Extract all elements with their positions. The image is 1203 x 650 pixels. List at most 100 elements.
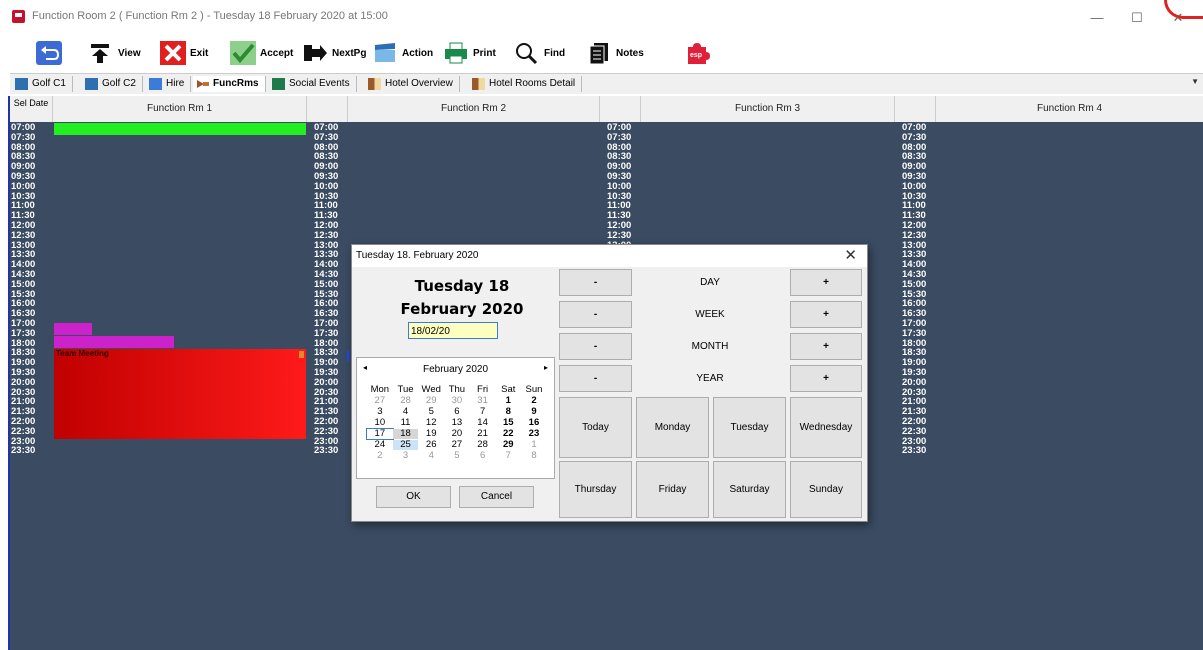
ok-button[interactable]: OK xyxy=(376,486,451,508)
booking-block-green[interactable] xyxy=(54,123,306,135)
calendar-day[interactable]: 12 xyxy=(418,418,444,428)
dialog-close-icon[interactable]: ✕ xyxy=(844,245,857,267)
calendar-day[interactable]: 13 xyxy=(444,418,470,428)
calendar-day[interactable]: 3 xyxy=(367,407,393,417)
notes-button[interactable]: Notes xyxy=(586,38,644,68)
room-header-4[interactable]: Function Rm 4 xyxy=(936,96,1203,122)
tab-hotel-rooms-detail[interactable]: Hotel Rooms Detail xyxy=(469,76,583,92)
booking-team-meeting[interactable]: Team Meeting xyxy=(54,349,306,439)
view-button[interactable]: View xyxy=(88,38,141,68)
calendar-day[interactable]: 26 xyxy=(418,440,444,450)
calendar-day[interactable]: 1 xyxy=(521,440,547,450)
day-minus-button[interactable]: - xyxy=(559,269,632,296)
friday-button[interactable]: Friday xyxy=(636,461,709,518)
calendar-day[interactable]: 27 xyxy=(444,440,470,450)
tab-golf-c1[interactable]: Golf C1 xyxy=(12,76,73,92)
calendar-day[interactable]: 14 xyxy=(470,418,496,428)
booking-block-magenta[interactable] xyxy=(54,336,174,348)
tab-funcrms[interactable]: FuncRms xyxy=(193,76,266,92)
esp-logo-button[interactable]: esp xyxy=(684,38,714,68)
month-plus-button[interactable]: + xyxy=(790,333,862,360)
calendar-day[interactable]: 20 xyxy=(444,429,470,439)
calendar-day[interactable]: 4 xyxy=(393,407,419,417)
calendar-day[interactable]: 31 xyxy=(470,396,496,406)
calendar-day[interactable]: 8 xyxy=(495,407,521,417)
calendar-day[interactable]: 11 xyxy=(393,418,419,428)
calendar-day[interactable]: 19 xyxy=(418,429,444,439)
calendar-day[interactable]: 5 xyxy=(418,407,444,417)
title-bar: Function Room 2 ( Function Rm 2 ) - Tues… xyxy=(0,0,1203,34)
calendar-day[interactable]: 2 xyxy=(367,451,393,461)
tab-golf-c2[interactable]: Golf C2 xyxy=(82,76,143,92)
time-slot[interactable]: 23:30 xyxy=(10,446,50,456)
month-minus-button[interactable]: - xyxy=(559,333,632,360)
tab-social-events[interactable]: Social Events xyxy=(269,76,357,92)
calendar-day[interactable]: 6 xyxy=(444,407,470,417)
calendar-day[interactable]: 5 xyxy=(444,451,470,461)
clapperboard-icon xyxy=(372,41,398,65)
accept-button[interactable]: Accept xyxy=(230,38,293,68)
calendar-day[interactable]: 10 xyxy=(367,418,393,428)
calendar-day[interactable]: 16 xyxy=(521,418,547,428)
calendar-day-highlighted[interactable]: 25 xyxy=(392,440,419,450)
sel-date-header[interactable]: Sel Date xyxy=(10,96,53,122)
year-minus-button[interactable]: - xyxy=(559,365,632,392)
calendar-day[interactable]: 3 xyxy=(393,451,419,461)
calendar-day[interactable]: 28 xyxy=(470,440,496,450)
weekday-label: Mon xyxy=(370,384,390,395)
calendar-day[interactable]: 24 xyxy=(367,440,393,450)
next-month-icon[interactable]: ▸ xyxy=(544,363,548,372)
find-button[interactable]: Find xyxy=(514,38,565,68)
calendar-day[interactable]: 1 xyxy=(495,396,521,406)
year-plus-button[interactable]: + xyxy=(790,365,862,392)
current-time-marker xyxy=(347,351,349,361)
calendar-day[interactable]: 7 xyxy=(495,451,521,461)
calendar-day[interactable]: 30 xyxy=(444,396,470,406)
calendar-day[interactable]: 7 xyxy=(470,407,496,417)
calendar-day[interactable]: 9 xyxy=(521,407,547,417)
time-slot[interactable]: 23:30 xyxy=(313,446,353,456)
calendar-day[interactable]: 21 xyxy=(470,429,496,439)
today-button[interactable]: Today xyxy=(559,397,632,458)
calendar-day-today[interactable]: 17 xyxy=(366,428,394,440)
calendar-month-label[interactable]: February 2020 xyxy=(357,364,554,375)
wednesday-button[interactable]: Wednesday xyxy=(790,397,862,458)
week-minus-button[interactable]: - xyxy=(559,301,632,328)
minimize-icon[interactable]: — xyxy=(1077,6,1117,30)
tab-hotel-overview[interactable]: Hotel Overview xyxy=(365,76,460,92)
tuesday-button[interactable]: Tuesday xyxy=(713,397,786,458)
calendar-day[interactable]: 15 xyxy=(495,418,521,428)
sunday-button[interactable]: Sunday xyxy=(790,461,862,518)
thursday-button[interactable]: Thursday xyxy=(559,461,632,518)
calendar-day[interactable]: 4 xyxy=(418,451,444,461)
calendar-day[interactable]: 28 xyxy=(393,396,419,406)
date-input[interactable]: 18/02/20 xyxy=(408,322,498,339)
week-plus-button[interactable]: + xyxy=(790,301,862,328)
exit-button[interactable]: Exit xyxy=(160,38,208,68)
tab-hire[interactable]: Hire xyxy=(146,76,192,92)
maximize-icon[interactable]: ☐ xyxy=(1117,6,1157,30)
day-plus-button[interactable]: + xyxy=(790,269,862,296)
calendar-day[interactable]: 22 xyxy=(495,429,521,439)
monday-button[interactable]: Monday xyxy=(636,397,709,458)
action-button[interactable]: Action xyxy=(372,38,433,68)
booking-block-magenta[interactable] xyxy=(54,323,92,335)
next-page-button[interactable]: NextPg xyxy=(302,38,366,68)
saturday-button[interactable]: Saturday xyxy=(713,461,786,518)
calendar-day[interactable]: 29 xyxy=(495,440,521,450)
calendar-day[interactable]: 6 xyxy=(470,451,496,461)
tab-dropdown-arrow-icon[interactable]: ▼ xyxy=(1191,77,1199,86)
calendar-day[interactable]: 8 xyxy=(521,451,547,461)
calendar-day[interactable]: 23 xyxy=(521,429,547,439)
time-slot[interactable]: 23:30 xyxy=(901,446,941,456)
room-header-3[interactable]: Function Rm 3 xyxy=(641,96,895,122)
print-button[interactable]: Print xyxy=(443,38,496,68)
calendar-day[interactable]: 27 xyxy=(367,396,393,406)
room-header-1[interactable]: Function Rm 1 xyxy=(53,96,307,122)
calendar-day[interactable]: 2 xyxy=(521,396,547,406)
cancel-button[interactable]: Cancel xyxy=(459,486,534,508)
room-header-2[interactable]: Function Rm 2 xyxy=(348,96,600,122)
back-button[interactable] xyxy=(36,38,66,68)
calendar-day-selected[interactable]: 18 xyxy=(392,429,419,439)
calendar-day[interactable]: 29 xyxy=(418,396,444,406)
